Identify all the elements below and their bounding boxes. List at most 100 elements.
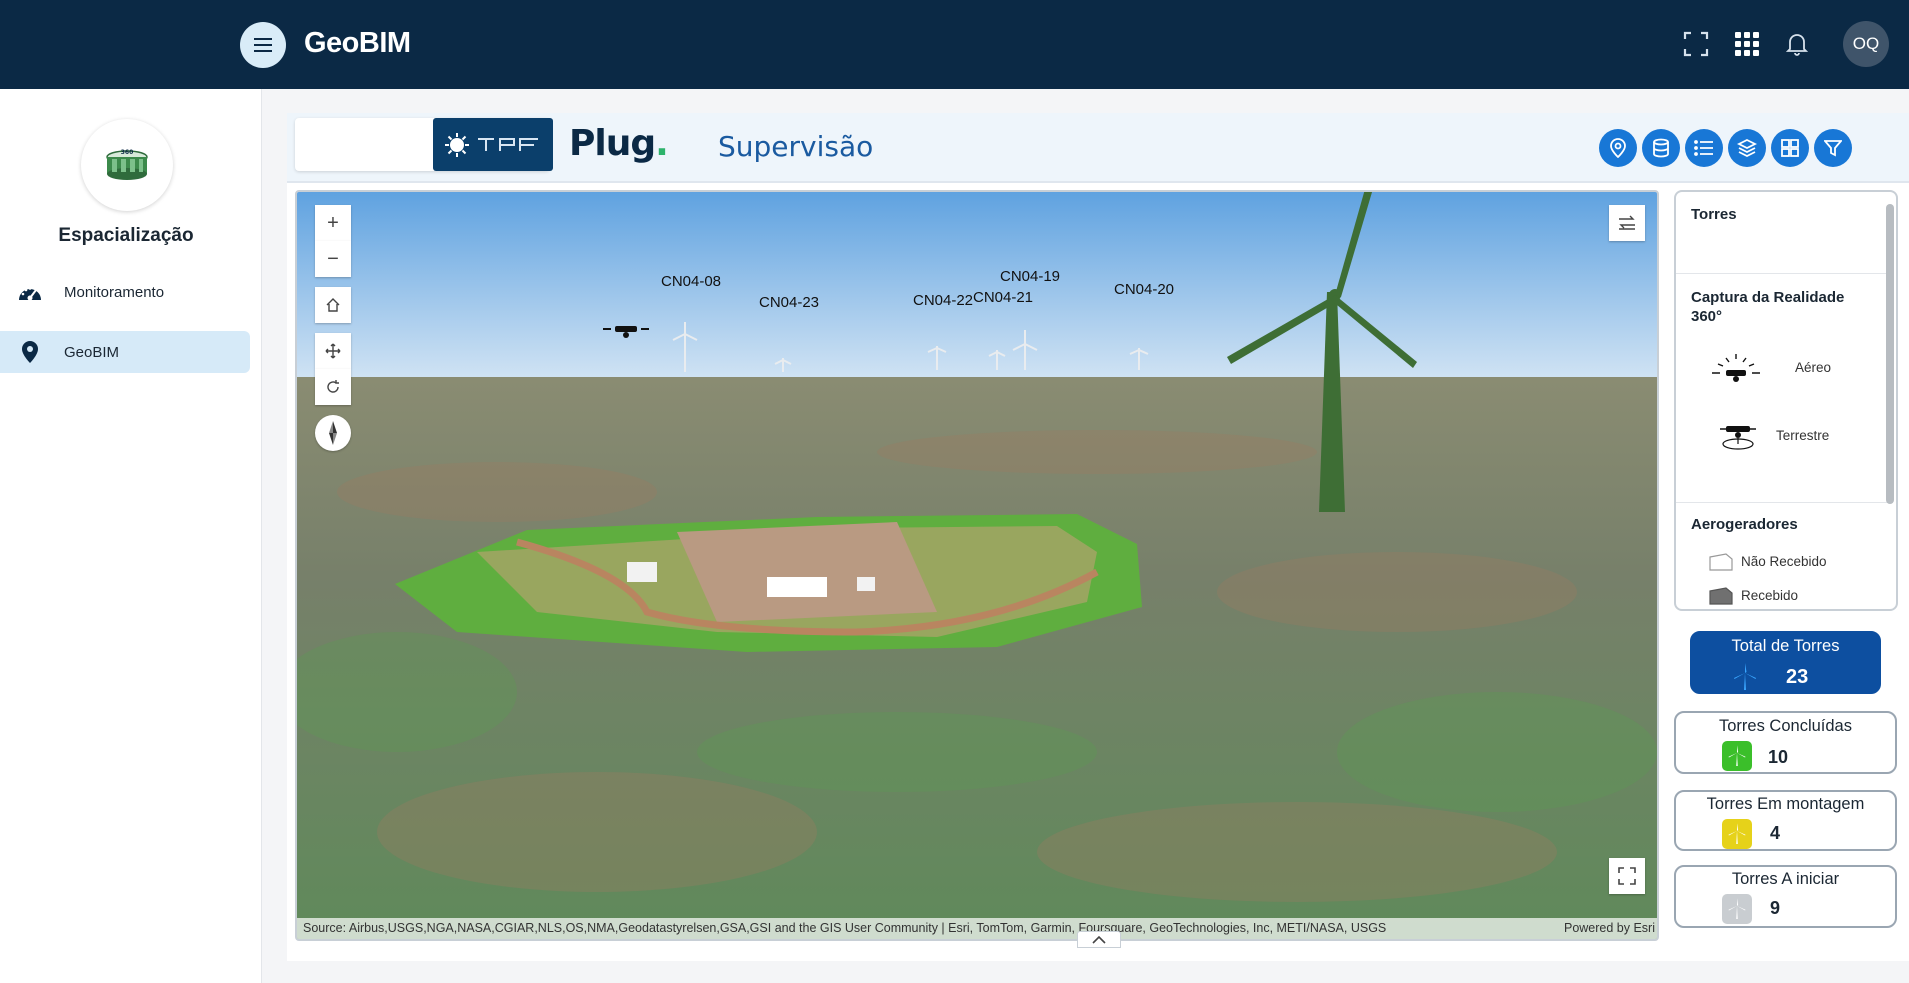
layers-icon: [1737, 138, 1757, 158]
plug-logo-text: Plug: [569, 123, 656, 164]
360-logo: 360: [81, 119, 173, 211]
notifications-button[interactable]: [1781, 28, 1813, 60]
plug-logo: Plug.: [569, 123, 669, 164]
tower-label[interactable]: CN04-23: [759, 294, 819, 311]
terrestrial-drone-icon: [1720, 426, 1756, 450]
tower-label[interactable]: CN04-08: [661, 273, 721, 290]
sidebar-title: Espacialização: [58, 225, 194, 246]
fullscreen-icon: [1683, 31, 1709, 57]
stat-value: 4: [1770, 823, 1781, 843]
assembling-towers-card[interactable]: Torres Em montagem 4: [1674, 790, 1897, 851]
zoom-out-button[interactable]: −: [315, 241, 351, 277]
sidebar-item-geobim[interactable]: GeoBIM: [0, 331, 250, 373]
legend-item-aereo: Aéreo: [1795, 360, 1832, 375]
legend-item-nao-recebido: Não Recebido: [1741, 554, 1827, 569]
dashboard-gauge-icon: [16, 280, 44, 304]
tpf-logo: [433, 118, 553, 171]
page-title: Supervisão: [718, 130, 874, 163]
received-swatch-icon: [1709, 587, 1733, 605]
home-button[interactable]: [315, 287, 351, 323]
legend-panel[interactable]: Torres Captura da Realidade 360° Aéreo T…: [1674, 190, 1898, 611]
location-button[interactable]: [1599, 129, 1637, 167]
tower-label[interactable]: CN04-19: [1000, 268, 1060, 285]
stat-label: Torres Concluídas: [1719, 717, 1852, 735]
wind-turbine-icon: [1728, 745, 1746, 766]
database-button[interactable]: [1642, 129, 1680, 167]
database-icon: [1653, 138, 1669, 158]
apps-grid-icon: [1735, 32, 1759, 56]
sidebar: 360 Espacialização Monitoramento GeoBIM: [0, 89, 262, 983]
chevron-up-icon: [1092, 935, 1106, 944]
tower-label[interactable]: CN04-22: [913, 292, 973, 309]
swap-view-button[interactable]: [1609, 205, 1645, 241]
stat-value: 9: [1770, 898, 1781, 918]
map-attribution: Source: Airbus,USGS,NGA,NASA,CGIAR,NLS,O…: [297, 918, 1657, 939]
menu-icon: [254, 44, 272, 46]
compass-icon: [329, 421, 337, 445]
user-avatar[interactable]: OQ: [1843, 21, 1889, 67]
not-received-swatch-icon: [1709, 553, 1733, 571]
wind-turbine-icon: [1728, 823, 1746, 844]
sidebar-item-monitoramento[interactable]: Monitoramento: [0, 271, 250, 313]
stat-value: 10: [1768, 747, 1789, 767]
grid-button[interactable]: [1771, 129, 1809, 167]
tpf-sun-icon: [445, 132, 469, 157]
zoom-in-button[interactable]: +: [315, 205, 351, 241]
grid-icon: [1781, 139, 1799, 157]
layers-button[interactable]: [1728, 129, 1766, 167]
map-pin-icon: [16, 340, 44, 364]
yellow-status-chip: [1722, 819, 1752, 849]
wind-turbine-icon: [1734, 663, 1756, 690]
stat-label: Total de Torres: [1731, 637, 1840, 655]
powered-by[interactable]: Powered by Esri: [1564, 921, 1655, 935]
total-towers-card[interactable]: Total de Torres 23: [1690, 631, 1881, 694]
apps-grid-button[interactable]: [1731, 28, 1763, 60]
filter-button[interactable]: [1814, 129, 1852, 167]
header-strip: Plug. Supervisão: [287, 113, 1909, 183]
stat-label: Torres A iniciar: [1731, 870, 1840, 888]
rotate-icon: [327, 380, 339, 393]
list-icon: [1694, 140, 1713, 156]
wind-turbine-icon: [1728, 898, 1746, 919]
list-button[interactable]: [1685, 129, 1723, 167]
gray-status-chip: [1722, 894, 1752, 924]
divider: [1676, 502, 1888, 503]
legend-title-torres: Torres: [1691, 206, 1737, 223]
map-3d-view[interactable]: CN04-08 CN04-23 CN04-22 CN04-21 CN04-19 …: [295, 190, 1659, 941]
tower-label[interactable]: CN04-21: [973, 289, 1033, 306]
location-pin-icon: [1610, 138, 1626, 158]
tpf-wordmark: [478, 137, 538, 151]
swap-arrows-icon: [1619, 215, 1635, 230]
top-bar: GeoBIM OQ: [0, 0, 1909, 89]
green-status-chip: [1722, 741, 1752, 771]
collapse-panel-tab[interactable]: [1077, 931, 1121, 948]
client-logo-box: [295, 118, 553, 171]
menu-button[interactable]: [240, 22, 286, 68]
home-icon: [326, 298, 340, 312]
rotate-button[interactable]: [315, 369, 351, 405]
legend-title-aerogeradores: Aerogeradores: [1691, 516, 1798, 533]
filter-icon: [1824, 140, 1842, 157]
sidebar-item-label: Monitoramento: [64, 283, 165, 301]
aerial-drone-icon: [1712, 354, 1760, 382]
legend-item-recebido: Recebido: [1741, 588, 1799, 603]
stat-value: 23: [1786, 666, 1809, 688]
completed-towers-card[interactable]: Torres Concluídas 10: [1674, 711, 1897, 774]
pending-towers-card[interactable]: Torres A iniciar 9: [1674, 865, 1897, 928]
legend-item-terrestre: Terrestre: [1776, 428, 1830, 443]
map-fullscreen-button[interactable]: [1609, 858, 1645, 894]
divider: [1676, 273, 1888, 274]
sidebar-item-label: GeoBIM: [64, 343, 120, 361]
compass-button[interactable]: [315, 415, 351, 451]
360-cylinder-icon: 360: [106, 149, 148, 180]
svg-text:360: 360: [121, 149, 134, 156]
legend-scrollbar[interactable]: [1886, 204, 1894, 504]
fullscreen-icon: [1618, 867, 1636, 885]
pan-move-icon: [325, 343, 341, 359]
app-title: GeoBIM: [304, 27, 411, 59]
pan-button[interactable]: [315, 333, 351, 369]
tower-label[interactable]: CN04-20: [1114, 281, 1174, 298]
bell-icon: [1786, 34, 1808, 56]
fullscreen-button[interactable]: [1680, 28, 1712, 60]
legend-title-captura: Captura da Realidade 360°: [1691, 289, 1845, 325]
